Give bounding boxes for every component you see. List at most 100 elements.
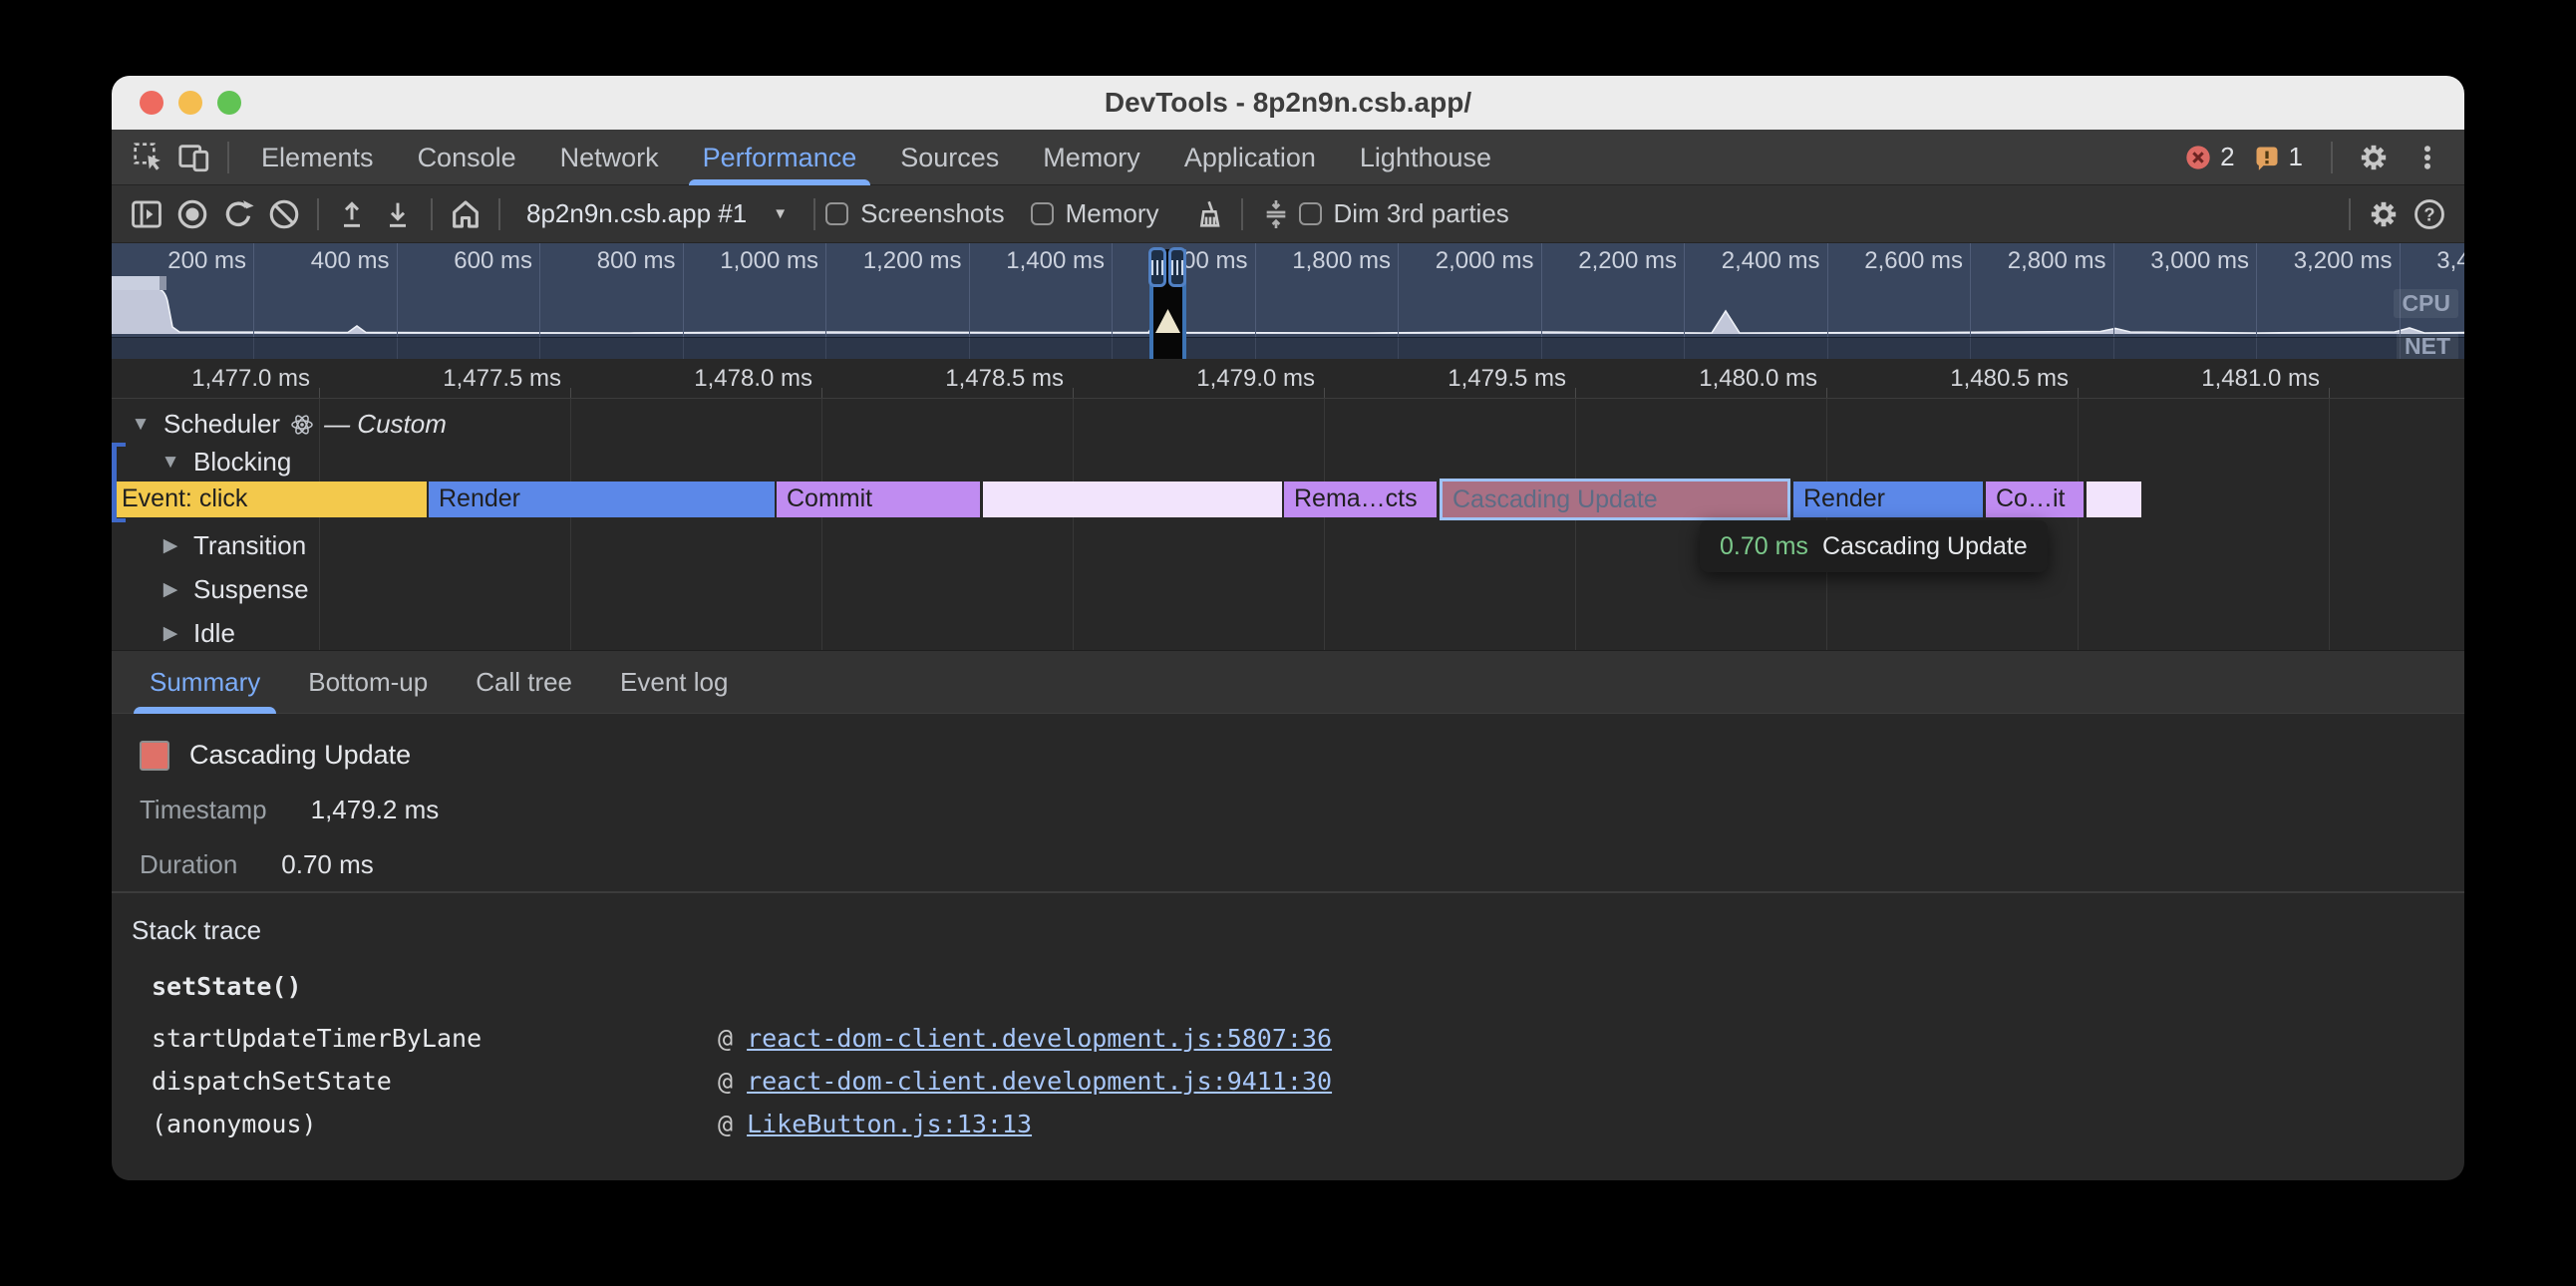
flame-bar[interactable]: Commit — [777, 482, 980, 517]
overview-tick-label: 2,200 ms — [1578, 247, 1684, 275]
home-button[interactable] — [443, 191, 488, 237]
track-grid-line — [1073, 399, 1074, 650]
timestamp-value: 1,479.2 ms — [311, 795, 440, 825]
frame-source-link[interactable]: react-dom-client.development.js:9411:30 — [747, 1067, 1332, 1096]
flame-bar[interactable] — [983, 482, 1282, 517]
flame-bar[interactable] — [2087, 482, 2141, 517]
overview-tick-label: 800 ms — [597, 247, 683, 275]
track-grid-line — [1324, 399, 1325, 650]
blocking-group-bracket — [112, 443, 126, 522]
help-button[interactable]: ? — [2407, 191, 2452, 237]
collapsed-triangle-icon[interactable]: ▶ — [158, 534, 183, 557]
frame-function: dispatchSetState — [152, 1067, 718, 1096]
load-profile-button[interactable] — [329, 191, 375, 237]
divider — [431, 198, 433, 230]
selection-handle-left[interactable] — [1148, 247, 1166, 287]
tab-network[interactable]: Network — [538, 130, 681, 185]
device-toolbar-button[interactable] — [171, 135, 217, 180]
summary-event-title: Cascading Update — [189, 740, 411, 771]
detail-time-ruler[interactable]: 1,477.0 ms1,477.5 ms1,478.0 ms1,478.5 ms… — [112, 359, 2464, 399]
inspect-element-button[interactable] — [126, 135, 171, 180]
performance-toolbar: 8p2n9n.csb.app #1 ▼ Screenshots Memory D… — [112, 185, 2464, 243]
ruler-tick-label: 1,481.0 ms — [2201, 365, 2329, 393]
tooltip-label: Cascading Update — [1822, 532, 2028, 561]
save-profile-button[interactable] — [375, 191, 421, 237]
overview-tick-label: 1,000 ms — [720, 247, 825, 275]
screenshots-checkbox[interactable] — [825, 202, 848, 225]
track-scheduler[interactable]: ▼ Scheduler — Custom — [128, 409, 447, 440]
gear-icon — [2357, 141, 2391, 174]
tab-memory[interactable]: Memory — [1021, 130, 1162, 185]
tab-bottom-up[interactable]: Bottom-up — [284, 650, 452, 714]
tab-console[interactable]: Console — [396, 130, 538, 185]
flame-bar[interactable]: Rema…cts — [1284, 482, 1437, 517]
timestamp-label: Timestamp — [140, 795, 267, 825]
ruler-tick-label: 1,477.5 ms — [443, 365, 570, 393]
frame-source-link[interactable]: react-dom-client.development.js:5807:36 — [747, 1024, 1332, 1053]
overview-tick-label: 2,000 ms — [1436, 247, 1541, 275]
error-counter[interactable]: 2 — [2184, 135, 2244, 180]
flame-bar-selected[interactable]: Cascading Update — [1440, 479, 1790, 520]
capture-settings-button[interactable] — [2361, 191, 2407, 237]
memory-checkbox[interactable] — [1031, 202, 1054, 225]
expand-triangle-icon[interactable]: ▼ — [158, 452, 183, 474]
ruler-tick-label: 1,478.5 ms — [945, 365, 1073, 393]
inspect-cursor-icon — [133, 142, 164, 173]
collapsed-triangle-icon[interactable]: ▶ — [158, 578, 183, 601]
zoom-window-button[interactable] — [217, 91, 241, 115]
ruler-tick-mark — [1324, 388, 1325, 398]
track-grid-line — [2329, 399, 2330, 650]
timeline-overview[interactable]: 200 ms400 ms600 ms800 ms1,000 ms1,200 ms… — [112, 243, 2464, 359]
traffic-lights — [140, 76, 241, 130]
scheduler-track-suffix: — Custom — [324, 409, 447, 440]
window-title: DevTools - 8p2n9n.csb.app/ — [1105, 87, 1471, 119]
tab-elements[interactable]: Elements — [239, 130, 396, 185]
flame-bar[interactable]: Co…it — [1986, 482, 2084, 517]
collect-garbage-button[interactable] — [1185, 191, 1231, 237]
net-lane-label: NET — [2397, 332, 2458, 359]
minimize-window-button[interactable] — [178, 91, 202, 115]
toggle-sidebar-button[interactable] — [124, 191, 169, 237]
close-window-button[interactable] — [140, 91, 163, 115]
track-idle[interactable]: ▶ Idle — [158, 618, 235, 649]
more-options-button[interactable] — [2405, 135, 2450, 180]
track-blocking[interactable]: ▼ Blocking — [158, 447, 291, 478]
flame-bar[interactable]: Render — [1793, 482, 1983, 517]
tab-summary[interactable]: Summary — [126, 650, 284, 714]
target-selector-dropdown[interactable]: 8p2n9n.csb.app #1 ▼ — [510, 198, 804, 229]
panel-left-icon — [130, 197, 163, 231]
tab-application[interactable]: Application — [1162, 130, 1338, 185]
tab-performance[interactable]: Performance — [681, 130, 879, 185]
tab-event-log[interactable]: Event log — [596, 650, 752, 714]
ruler-tick-mark — [1073, 388, 1074, 398]
collapsed-triangle-icon[interactable]: ▶ — [158, 622, 183, 645]
event-color-swatch — [140, 741, 169, 771]
record-button[interactable] — [169, 191, 215, 237]
dim-3rd-parties-checkbox[interactable] — [1299, 202, 1322, 225]
expand-triangle-icon[interactable]: ▼ — [128, 414, 154, 436]
stack-root-call: setState() — [152, 972, 2464, 1001]
ruler-tick-mark — [1575, 388, 1576, 398]
tab-call-tree[interactable]: Call tree — [452, 650, 596, 714]
record-and-reload-button[interactable] — [215, 191, 261, 237]
tab-lighthouse[interactable]: Lighthouse — [1338, 130, 1513, 185]
overview-tick-label: 2,400 ms — [1722, 247, 1827, 275]
warning-counter[interactable]: 1 — [2253, 135, 2313, 180]
flame-bar[interactable]: Render — [429, 482, 775, 517]
clear-recording-button[interactable] — [261, 191, 307, 237]
collapse-sections-button[interactable] — [1253, 191, 1299, 237]
help-icon: ? — [2413, 197, 2446, 231]
frame-source-link[interactable]: LikeButton.js:13:13 — [747, 1110, 1032, 1138]
flame-chart-area[interactable]: ▼ Scheduler — Custom ▼ Blocking Event: c… — [112, 399, 2464, 650]
track-suspense[interactable]: ▶ Suspense — [158, 574, 309, 605]
chevron-down-icon: ▼ — [773, 205, 788, 222]
selection-handle-right[interactable] — [1168, 247, 1186, 287]
track-transition[interactable]: ▶ Transition — [158, 530, 306, 561]
device-toolbar-icon — [177, 141, 211, 174]
settings-button[interactable] — [2351, 135, 2397, 180]
divider — [1241, 198, 1243, 230]
overview-tick-label: 3,400 ms — [2436, 247, 2464, 275]
memory-checkbox-label: Memory — [1066, 198, 1159, 229]
tab-sources[interactable]: Sources — [878, 130, 1021, 185]
flame-bar[interactable]: Event: click — [112, 482, 427, 517]
